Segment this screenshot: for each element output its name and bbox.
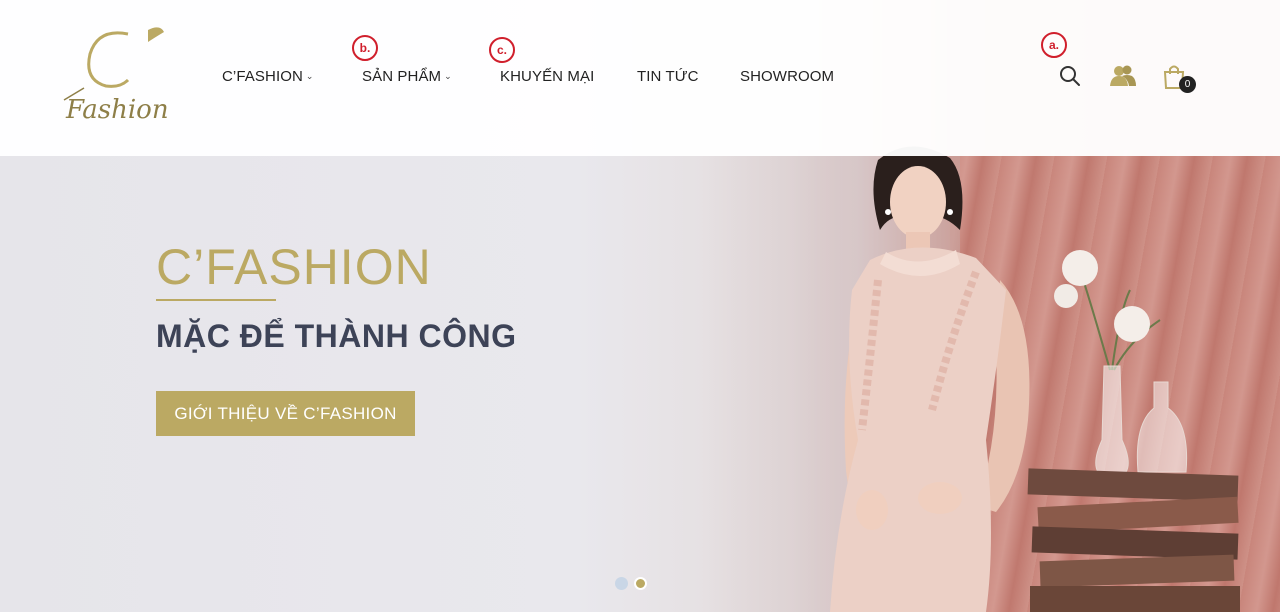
users-icon[interactable] bbox=[1110, 64, 1136, 88]
slider-dot-1[interactable] bbox=[615, 577, 628, 590]
chevron-down-icon: ⌄ bbox=[305, 71, 314, 81]
hero-title: C’FASHION bbox=[156, 239, 432, 295]
hero-divider bbox=[156, 299, 276, 301]
cart-count-badge: 0 bbox=[1179, 76, 1196, 93]
nav-item-khuyen-mai[interactable]: KHUYẾN MẠI bbox=[500, 68, 594, 85]
slider-dots bbox=[615, 577, 647, 590]
site-header: Fashion C’FASHION ⌄ SẢN PHẨM ⌄ KHUYẾN MẠI … bbox=[0, 0, 1280, 156]
about-cfashion-button[interactable]: GIỚI THIỆU VỀ C’FASHION bbox=[156, 391, 415, 436]
nav-item-san-pham[interactable]: SẢN PHẨM ⌄ bbox=[362, 68, 452, 85]
nav-label: KHUYẾN MẠI bbox=[500, 68, 595, 85]
nav-label: SẢN PHẨM bbox=[362, 68, 442, 85]
nav-item-tin-tuc[interactable]: TIN TỨC bbox=[637, 68, 699, 85]
books-and-vases-props bbox=[1027, 250, 1240, 612]
nav-label: C’FASHION bbox=[222, 68, 303, 85]
chevron-down-icon: ⌄ bbox=[444, 71, 452, 81]
annotation-marker-c: c. bbox=[489, 37, 515, 63]
nav-label: TIN TỨC bbox=[637, 68, 699, 85]
annotation-marker-a: a. bbox=[1041, 32, 1067, 58]
slider-dot-2[interactable] bbox=[634, 577, 647, 590]
logo-script-text: Fashion bbox=[65, 95, 169, 125]
cfashion-logo[interactable]: Fashion bbox=[62, 24, 182, 134]
nav-label: SHOWROOM bbox=[740, 68, 835, 85]
hero-subtitle: MẶC ĐỂ THÀNH CÔNG bbox=[156, 318, 517, 354]
nav-item-cfashion[interactable]: C’FASHION ⌄ bbox=[222, 68, 314, 85]
nav-item-showroom[interactable]: SHOWROOM bbox=[740, 68, 834, 85]
annotation-marker-b: b. bbox=[352, 35, 378, 61]
search-icon[interactable] bbox=[1058, 64, 1082, 88]
